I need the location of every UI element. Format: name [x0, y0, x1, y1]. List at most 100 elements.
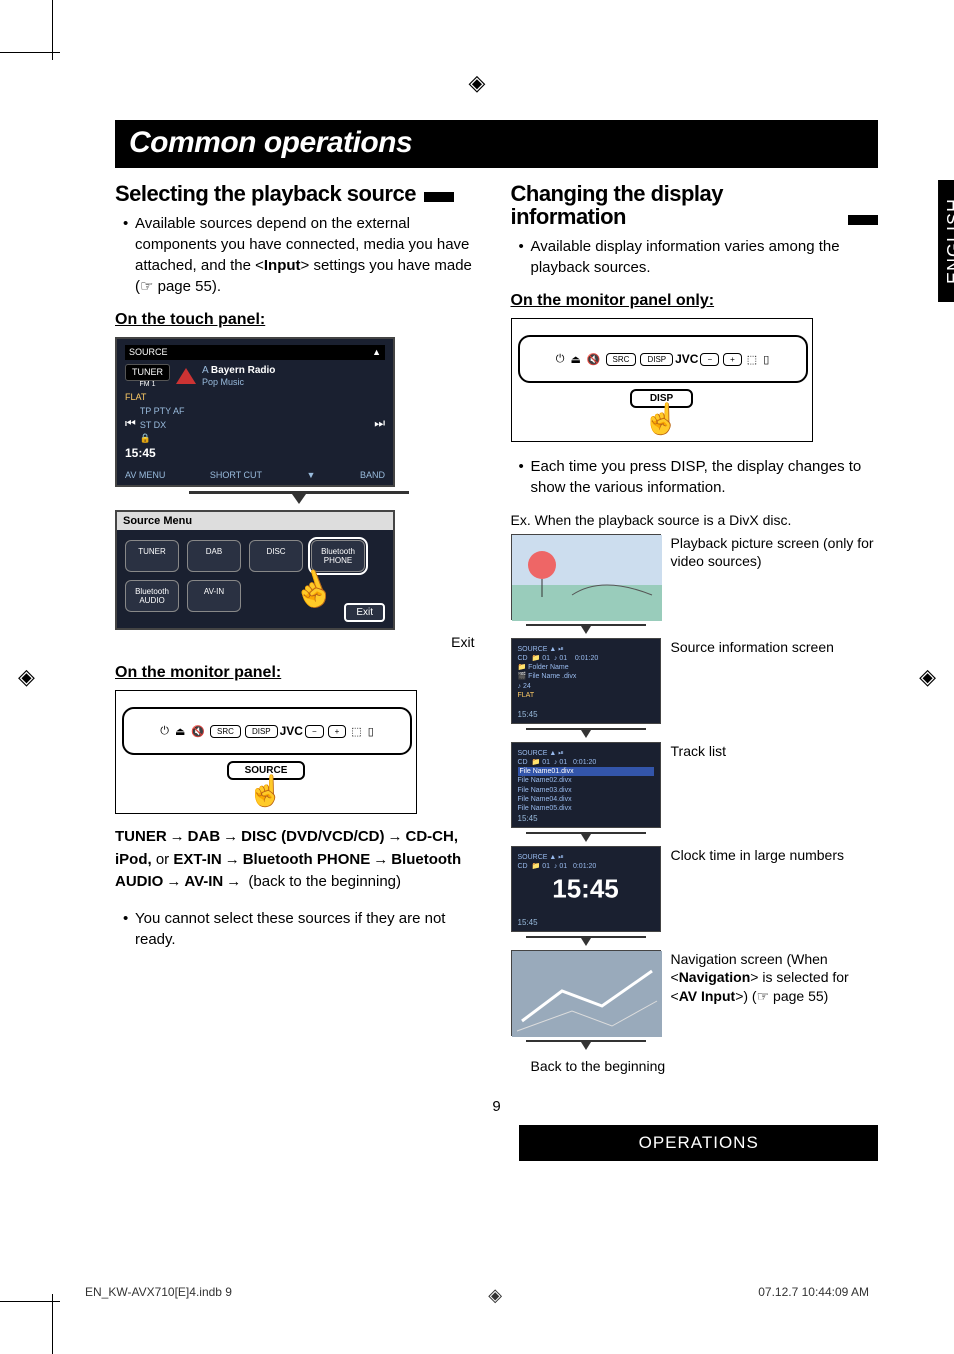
mini-clock: 15:45 — [518, 918, 538, 927]
mini-clock: 15:45 — [518, 710, 538, 719]
src-disc: DISC — [249, 540, 303, 572]
exit-caption: Exit — [115, 634, 475, 650]
heading-text: Selecting the playback source — [115, 182, 416, 205]
nav-map-icon — [512, 951, 662, 1037]
bullet-available-sources: Available sources depend on the external… — [123, 213, 483, 297]
crop-line — [52, 0, 53, 60]
shot-fm: FM 1 — [125, 381, 170, 389]
row5-desc: Navigation screen (When <Navigation> is … — [671, 950, 879, 1005]
src-avin: AV-IN — [187, 580, 241, 612]
heading-text: Changing the display information — [511, 182, 841, 228]
crop-line — [52, 1294, 53, 1354]
heading-tail-icon — [848, 215, 878, 225]
left-column: Selecting the playback source Available … — [115, 182, 483, 1074]
row2-desc: Source information screen — [671, 638, 834, 656]
page-number: 9 — [115, 1098, 878, 1115]
shot-tp: TP PTY AF — [140, 406, 370, 417]
transition-arrow-icon — [511, 728, 661, 738]
monitor-panel-disp-diagram: ⏻ ⏏ 🔇 SRC DISP JVC − + ⬚ ▯ DISP ☝ — [511, 318, 813, 442]
power-icon: ⏻ — [160, 725, 169, 738]
mute-icon: 🔇 — [587, 353, 601, 366]
finger-press-icon: ☝ — [518, 402, 806, 437]
beach-scene-icon — [512, 535, 662, 621]
print-footer: EN_KW-AVX710[E]4.indb 9 ◈ 07.12.7 10:44:… — [85, 1285, 869, 1306]
source-menu-screenshot: Source Menu TUNER DAB DISC Bluetooth PHO… — [115, 510, 395, 630]
page-title: Common operations — [115, 120, 878, 168]
next-icon: ⏭ — [374, 416, 385, 430]
disp-btn-icon: DISP — [245, 725, 278, 738]
language-tab: ENGLISH — [938, 180, 954, 302]
plus-btn-icon: + — [328, 725, 347, 738]
big-time: 15:45 — [552, 874, 619, 905]
transition-arrow-icon — [511, 1040, 661, 1050]
example-label: Ex. When the playback source is a DivX d… — [511, 512, 879, 528]
shot-flat: FLAT — [125, 392, 385, 403]
transition-arrow-icon — [511, 624, 661, 634]
source-sequence: TUNER→DAB→DISC (DVD/VCD/CD)→CD-CH, iPod,… — [115, 826, 483, 894]
page-content: ENGLISH Common operations Selecting the … — [115, 120, 878, 1214]
row4-desc: Clock time in large numbers — [671, 846, 845, 864]
eject-icon: ⏏ — [175, 725, 185, 738]
power-icon: ⏻ — [556, 353, 565, 366]
crop-mark-right: ◈ — [919, 664, 936, 690]
crop-line — [0, 1301, 60, 1302]
playback-picture-screenshot — [511, 534, 661, 620]
plus-btn-icon: + — [723, 353, 742, 366]
disp-btn-icon: DISP — [640, 353, 673, 366]
shot-station: Bayern Radio — [211, 365, 275, 376]
shot-band: BAND — [360, 470, 385, 481]
clock-time-screenshot: SOURCE ▲ ⏯ CD 📁 01 ♪ 01 0:01:20 15:45 15… — [511, 846, 661, 932]
touch-panel-screenshot: SOURCE▲ TUNER FM 1 A Bayern Radio Pop Mu… — [115, 337, 395, 487]
monitor-panel-diagram: ⏻ ⏏ 🔇 SRC DISP JVC − + ⬚ ▯ SOURCE ☝ — [115, 690, 417, 814]
jvc-logo: JVC — [675, 352, 698, 366]
mini-clock: 15:45 — [518, 814, 538, 823]
src-dab: DAB — [187, 540, 241, 572]
heading-tail-icon — [424, 192, 454, 202]
footer-left: EN_KW-AVX710[E]4.indb 9 — [85, 1285, 232, 1306]
transition-arrow-icon — [115, 491, 483, 504]
att-icon: ⬚ — [351, 725, 361, 738]
att-icon: ⬚ — [747, 353, 757, 366]
transition-arrow-icon — [511, 832, 661, 842]
crop-line — [0, 52, 60, 53]
shot-stdx: ST DX — [140, 420, 370, 431]
slot-icon: ▯ — [763, 353, 769, 366]
shot-subtitle: Pop Music — [202, 377, 275, 388]
mute-icon: 🔇 — [191, 725, 205, 738]
src-btn-icon: SRC — [210, 725, 241, 738]
station-logo-icon — [176, 368, 196, 384]
exit-button: Exit — [344, 603, 385, 622]
bullet-display-info: Available display information varies amo… — [519, 236, 879, 278]
bullet-cannot-select: You cannot select these sources if they … — [123, 908, 483, 950]
shot-prefix: A — [202, 365, 208, 376]
heading-changing-display: Changing the display information — [511, 182, 879, 228]
bullet-bold: Input — [264, 257, 301, 274]
bullet-disp-note: Each time you press DISP, the display ch… — [519, 456, 879, 498]
src-btaudio: Bluetooth AUDIO — [125, 580, 179, 612]
subhead-touch-panel: On the touch panel: — [115, 311, 483, 329]
source-menu-title: Source Menu — [117, 512, 393, 530]
operations-bar: OPERATIONS — [519, 1125, 878, 1161]
right-column: Changing the display information Availab… — [511, 182, 879, 1074]
minus-btn-icon: − — [305, 725, 324, 738]
finger-press-icon: ☝ — [122, 774, 410, 809]
shot-avmenu: AV MENU — [125, 470, 165, 481]
crop-mark-left: ◈ — [18, 664, 35, 690]
footer-right: 07.12.7 10:44:09 AM — [758, 1285, 869, 1306]
footer-crop-icon: ◈ — [488, 1285, 502, 1306]
navigation-screenshot — [511, 950, 661, 1036]
subhead-monitor-only: On the monitor panel only: — [511, 292, 879, 310]
back-to-beginning: Back to the beginning — [531, 1058, 879, 1074]
src-btn-icon: SRC — [606, 353, 637, 366]
row3-desc: Track list — [671, 742, 726, 760]
shot-tuner: TUNER — [125, 364, 170, 381]
row1-desc: Playback picture screen (only for video … — [671, 534, 879, 570]
transition-arrow-icon — [511, 936, 661, 946]
slot-icon: ▯ — [368, 725, 374, 738]
shot-shortcut: SHORT CUT — [210, 470, 262, 481]
src-tuner: TUNER — [125, 540, 179, 572]
shot-source-label: SOURCE — [129, 347, 168, 358]
heading-selecting-source: Selecting the playback source — [115, 182, 483, 205]
crop-mark-top: ◈ — [469, 70, 486, 96]
prev-icon: ⏮ — [125, 416, 136, 430]
